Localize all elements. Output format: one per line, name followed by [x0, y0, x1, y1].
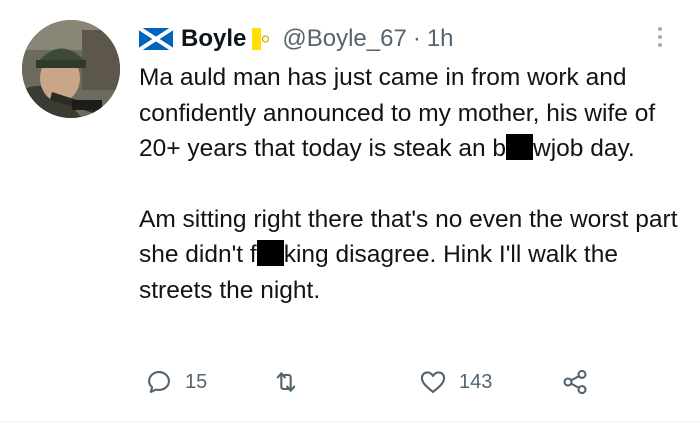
retweet-icon [276, 372, 296, 392]
paragraph-text: wjob day. [533, 135, 635, 162]
like-count: 143 [459, 370, 493, 393]
divider [0, 421, 700, 422]
user-avatar-photo [22, 20, 120, 118]
reply-icon [148, 371, 170, 393]
handle[interactable]: @Boyle_67 [282, 25, 406, 53]
share-button[interactable] [561, 362, 589, 402]
tweet-paragraph: Am sitting right there that's no even th… [139, 202, 684, 309]
like-icon [420, 371, 446, 393]
tweet-paragraph: Ma auld man has just came in from work a… [139, 60, 684, 167]
redaction-block [256, 240, 284, 266]
scotland-flag-icon [139, 28, 173, 50]
like-button[interactable]: 143 [419, 362, 492, 402]
reply-count: 15 [185, 370, 208, 393]
tweet-text: Ma auld man has just came in from work a… [139, 60, 684, 308]
retweet-button[interactable] [272, 362, 312, 402]
more-options-icon[interactable] [650, 22, 670, 52]
timestamp[interactable]: 1h [427, 25, 454, 53]
avatar[interactable] [22, 20, 120, 118]
tweet-header: Boyle @Boyle_67 · 1h [139, 20, 454, 58]
separator: · [412, 25, 421, 52]
redaction-block [506, 134, 534, 160]
share-icon [563, 369, 587, 395]
display-name[interactable]: Boyle [181, 25, 246, 53]
tweet-actions: 15 143 [139, 362, 699, 402]
reply-button[interactable]: 15 [145, 362, 207, 402]
vatican-flag-icon [252, 28, 271, 50]
